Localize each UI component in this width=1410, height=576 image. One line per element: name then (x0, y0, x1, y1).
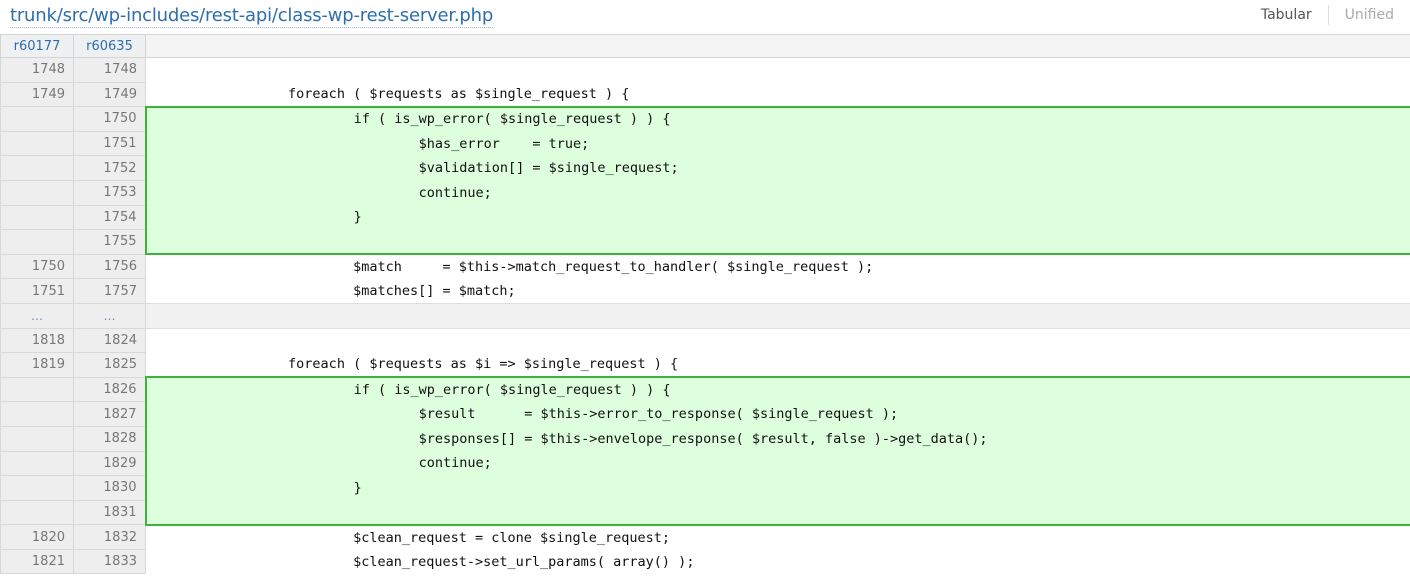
code-line: $clean_request = clone $single_request; (145, 524, 1410, 550)
code-line: continue; (144, 451, 1410, 476)
new-revision-link[interactable]: r60635 (73, 34, 146, 58)
view-mode-toggle: Tabular Unified (1261, 5, 1394, 25)
context-line-row: 1818 1824 (0, 327, 1410, 354)
added-line-row: 1753 continue; (0, 179, 1410, 206)
added-line-row: 1752 $validation[] = $single_request; (0, 155, 1410, 181)
diff-body: 1748 1748 1749 1749 foreach ( $requests as … (0, 57, 1410, 575)
context-line-row: 1819 1825 foreach ( $requests as $i => $s… (0, 352, 1410, 378)
added-line-row: 1830 } (0, 475, 1410, 501)
old-line-number: 1750 (0, 253, 74, 280)
new-line-number: 1826 (73, 376, 146, 403)
old-line-number (0, 179, 74, 206)
old-line-number (0, 155, 74, 181)
old-line-number: … (0, 302, 74, 329)
new-line-number: 1833 (73, 548, 146, 575)
code-header-spacer (145, 34, 1410, 58)
new-line-number: 1831 (73, 499, 146, 526)
code-line: $responses[] = $this->envelope_response(… (144, 426, 1410, 451)
added-line-row: 1751 $has_error = true; (0, 130, 1410, 157)
code-line: $result = $this->error_to_response( $sin… (144, 401, 1410, 427)
new-line-number: … (73, 302, 146, 329)
new-line-number: 1828 (73, 425, 146, 452)
code-line: foreach ( $requests as $single_request )… (145, 82, 1410, 107)
code-line: if ( is_wp_error( $single_request ) ) { (144, 105, 1410, 132)
diff-table: r60177 r60635 1748 1748 1749 1749 foreach (… (0, 34, 1410, 575)
context-line-row: 1748 1748 (0, 57, 1410, 83)
code-line: $match = $this->match_request_to_handler… (145, 254, 1410, 279)
unified-view-option[interactable]: Unified (1345, 5, 1394, 25)
diff-header: trunk/src/wp-includes/rest-api/class-wp-… (0, 0, 1410, 34)
added-line-row: 1754 } (0, 204, 1410, 231)
code-line: if ( is_wp_error( $single_request ) ) { (144, 376, 1410, 402)
new-line-number: 1748 (73, 57, 146, 83)
old-revision-link[interactable]: r60177 (0, 34, 74, 58)
new-line-number: 1757 (73, 278, 146, 304)
new-line-number: 1829 (73, 450, 146, 477)
new-line-number: 1755 (73, 229, 146, 255)
code-line (144, 500, 1410, 526)
code-line: } (144, 205, 1410, 230)
new-line-number: 1749 (73, 81, 146, 108)
old-line-number (0, 106, 74, 132)
old-line-number (0, 130, 74, 157)
code-line: $clean_request->set_url_params( array() … (145, 549, 1410, 574)
tabular-view-option[interactable]: Tabular (1261, 5, 1312, 25)
added-line-row: 1829 continue; (0, 450, 1410, 477)
added-line-row: 1755 (0, 229, 1410, 256)
old-line-number (0, 229, 74, 255)
code-line (145, 328, 1410, 353)
old-line-number: 1751 (0, 278, 74, 304)
code-line (145, 57, 1410, 83)
old-line-number: 1820 (0, 524, 74, 550)
code-line: $matches[] = $match; (145, 278, 1410, 304)
code-line: foreach ( $requests as $i => $single_req… (145, 352, 1410, 378)
code-line: } (144, 475, 1410, 501)
old-line-number (0, 425, 74, 452)
old-line-number (0, 401, 74, 427)
new-line-number: 1827 (73, 401, 146, 427)
old-line-number (0, 204, 74, 231)
context-line-row: 1820 1832 $clean_request = clone $single_… (0, 524, 1410, 550)
added-line-row: 1750 if ( is_wp_error( $single_request )… (0, 105, 1410, 132)
added-line-row: 1827 $result = $this->error_to_response(… (0, 401, 1410, 427)
old-line-number (0, 376, 74, 403)
added-line-row: 1831 (0, 499, 1410, 526)
old-line-number: 1819 (0, 352, 74, 378)
old-line-number (0, 499, 74, 526)
new-line-number: 1753 (73, 179, 146, 206)
new-line-number: 1752 (73, 155, 146, 181)
old-line-number: 1749 (0, 81, 74, 108)
new-line-number: 1825 (73, 352, 146, 378)
new-line-number: 1832 (73, 524, 146, 550)
old-line-number: 1818 (0, 327, 74, 354)
context-line-row: 1749 1749 foreach ( $requests as $single_… (0, 81, 1410, 108)
old-line-number (0, 475, 74, 501)
file-path-link[interactable]: trunk/src/wp-includes/rest-api/class-wp-… (10, 5, 493, 28)
revision-header-row: r60177 r60635 (0, 34, 1410, 58)
code-line: $validation[] = $single_request; (144, 155, 1410, 181)
added-line-row: 1826 if ( is_wp_error( $single_request )… (0, 376, 1410, 403)
new-line-number: 1751 (73, 130, 146, 157)
code-line: continue; (144, 180, 1410, 206)
new-line-number: 1824 (73, 327, 146, 354)
context-line-row: 1821 1833 $clean_request->set_url_params(… (0, 548, 1410, 575)
new-line-number: 1830 (73, 475, 146, 501)
code-line (145, 302, 1410, 329)
new-line-number: 1750 (73, 106, 146, 132)
code-line: $has_error = true; (144, 131, 1410, 156)
skipped-lines-row: …… (0, 302, 1410, 329)
old-line-number: 1748 (0, 57, 74, 83)
toggle-divider (1327, 5, 1329, 25)
context-line-row: 1750 1756 $match = $this->match_request_t… (0, 253, 1410, 280)
added-line-row: 1828 $responses[] = $this->envelope_resp… (0, 425, 1410, 452)
new-line-number: 1756 (73, 253, 146, 280)
old-line-number: 1821 (0, 548, 74, 575)
code-line (144, 229, 1410, 256)
new-line-number: 1754 (73, 204, 146, 231)
old-line-number (0, 450, 74, 477)
context-line-row: 1751 1757 $matches[] = $match; (0, 278, 1410, 304)
